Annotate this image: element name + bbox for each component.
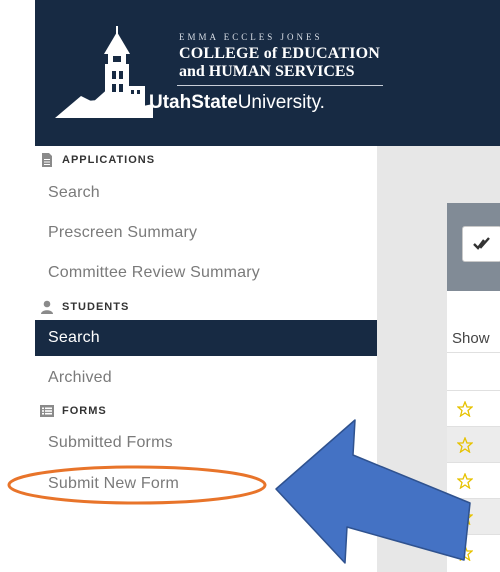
logo-divider [177, 85, 383, 86]
sidebar-item-prescreen-summary[interactable]: Prescreen Summary [35, 215, 377, 251]
mark-all-button[interactable] [462, 226, 500, 262]
section-applications: APPLICATIONS [35, 150, 155, 170]
section-students: STUDENTS [35, 297, 129, 317]
star-icon[interactable] [457, 545, 473, 561]
college-name-line1: COLLEGE of EDUCATION [179, 45, 381, 62]
college-donor-name: EMMA ECCLES JONES [179, 32, 323, 42]
sidebar-item-submitted-forms[interactable]: Submitted Forms [35, 425, 377, 461]
sidebar-item-submit-new-form[interactable]: Submit New Form [35, 466, 377, 502]
double-check-icon [473, 237, 490, 250]
university-name: UtahStateUniversity. [149, 92, 325, 114]
college-logo[interactable]: EMMA ECCLES JONES COLLEGE of EDUCATION a… [53, 26, 393, 126]
star-icon[interactable] [457, 401, 473, 417]
star-icon[interactable] [457, 473, 473, 489]
table-row[interactable] [447, 390, 500, 426]
university-name-bold: UtahState [149, 92, 238, 113]
sidebar-item-archived[interactable]: Archived [35, 360, 377, 396]
star-icon[interactable] [457, 509, 473, 525]
section-heading: FORMS [62, 405, 107, 417]
section-forms: FORMS [35, 401, 107, 421]
table-row[interactable] [447, 462, 500, 498]
sidebar-item-students-search[interactable]: Search [35, 320, 377, 356]
table-row[interactable] [447, 498, 500, 534]
section-heading: APPLICATIONS [62, 154, 156, 166]
section-heading: STUDENTS [62, 301, 130, 313]
star-icon[interactable] [457, 437, 473, 453]
table-header-row [447, 352, 500, 390]
sidebar-item-committee-review-summary[interactable]: Committee Review Summary [35, 255, 377, 291]
university-name-light: University. [237, 92, 325, 113]
sidebar-nav: APPLICATIONS Search Prescreen Summary Co… [35, 146, 377, 572]
site-header: EMMA ECCLES JONES COLLEGE of EDUCATION a… [35, 0, 500, 146]
show-entries-label: Show [452, 330, 490, 347]
college-name-line2: and HUMAN SERVICES [179, 63, 355, 80]
table-row[interactable] [447, 534, 500, 570]
user-icon [41, 300, 53, 314]
document-icon [42, 153, 52, 167]
table-row[interactable] [447, 426, 500, 462]
list-icon [40, 405, 54, 417]
sidebar-item-applications-search[interactable]: Search [35, 175, 377, 211]
